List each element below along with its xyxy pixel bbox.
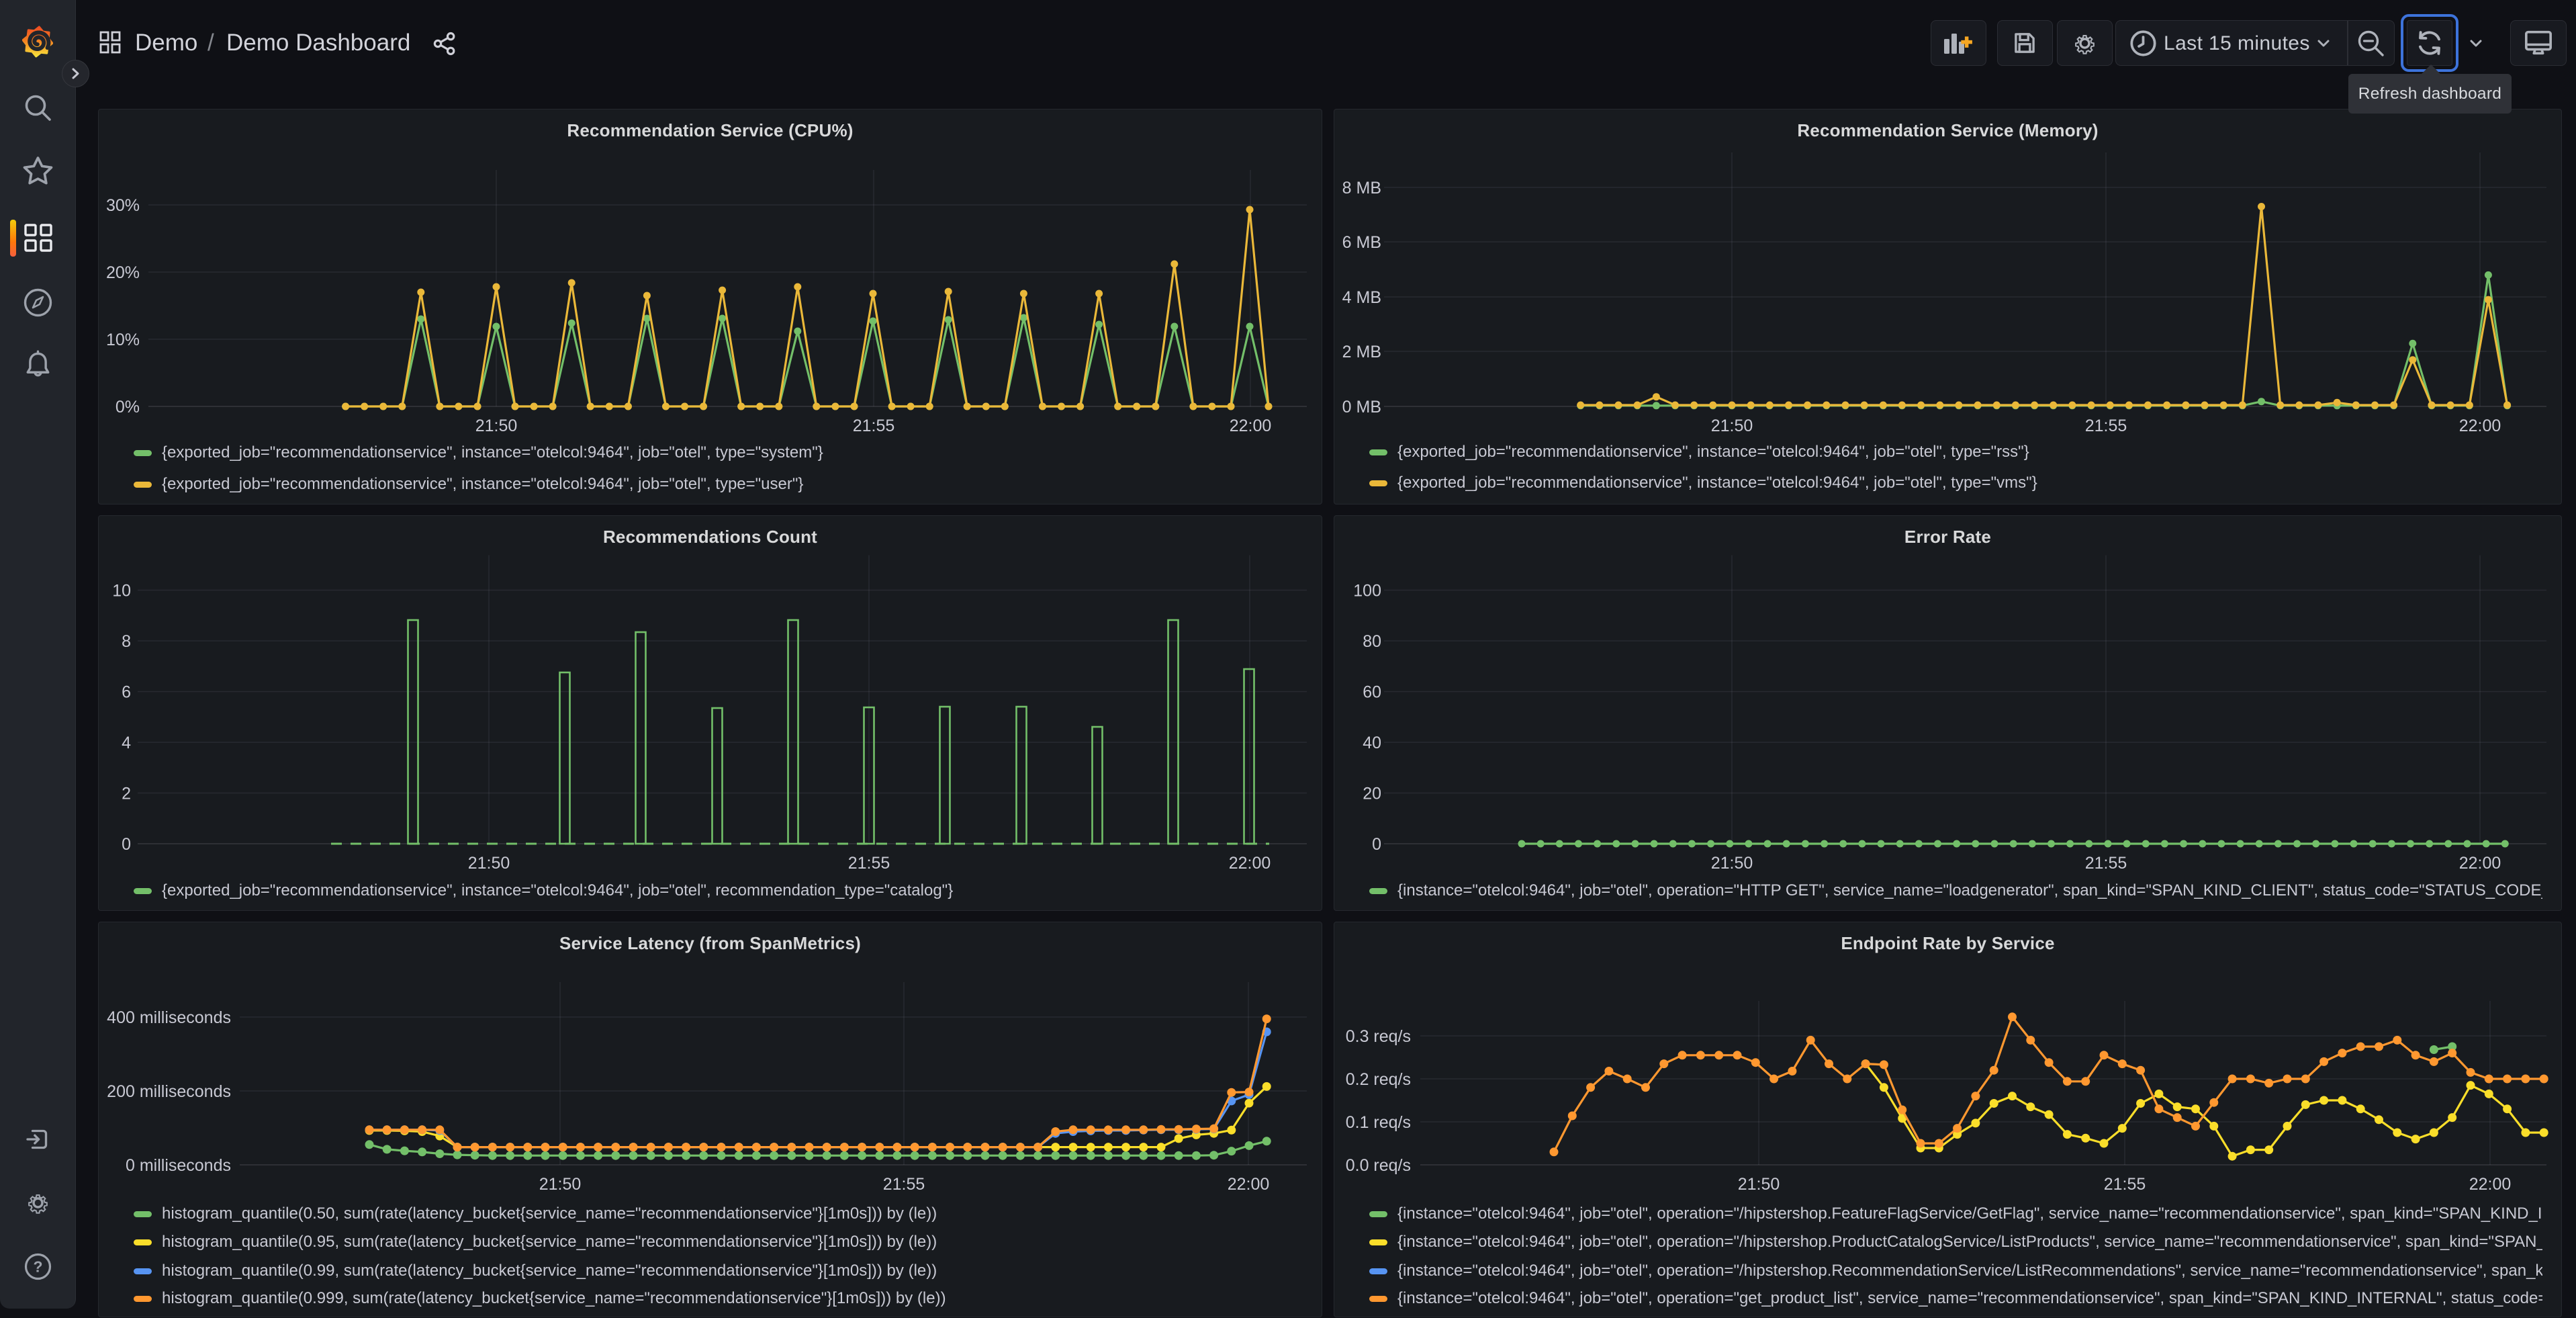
svg-text:2 MB: 2 MB [1342, 343, 1381, 361]
svg-text:6: 6 [122, 683, 131, 702]
svg-text:100: 100 [1353, 582, 1381, 601]
svg-text:0.3 req/s: 0.3 req/s [1346, 1027, 1411, 1046]
svg-text:21:50: 21:50 [1711, 854, 1753, 873]
svg-text:22:00: 22:00 [2469, 1175, 2512, 1194]
svg-text:0 MB: 0 MB [1342, 398, 1381, 416]
svg-text:21:55: 21:55 [848, 854, 890, 873]
svg-text:0%: 0% [116, 398, 140, 416]
svg-text:60: 60 [1363, 683, 1381, 702]
svg-text:2: 2 [122, 785, 131, 803]
svg-text:200 milliseconds: 200 milliseconds [107, 1082, 231, 1101]
svg-text:6 MB: 6 MB [1342, 233, 1381, 252]
svg-text:8: 8 [122, 632, 131, 651]
svg-text:21:55: 21:55 [2104, 1175, 2146, 1194]
svg-text:21:55: 21:55 [2085, 854, 2127, 873]
svg-text:21:55: 21:55 [853, 416, 895, 435]
svg-text:21:50: 21:50 [539, 1175, 582, 1194]
svg-text:21:55: 21:55 [2085, 416, 2127, 435]
svg-text:8 MB: 8 MB [1342, 179, 1381, 197]
svg-text:30%: 30% [106, 196, 140, 215]
svg-text:400 milliseconds: 400 milliseconds [107, 1008, 231, 1027]
svg-text:10%: 10% [106, 331, 140, 349]
svg-text:20: 20 [1363, 785, 1381, 803]
svg-text:?: ? [33, 1258, 42, 1276]
svg-text:0: 0 [122, 835, 131, 854]
svg-text:40: 40 [1363, 734, 1381, 752]
svg-text:20%: 20% [106, 263, 140, 282]
svg-text:4: 4 [122, 734, 131, 752]
svg-text:4 MB: 4 MB [1342, 288, 1381, 307]
svg-text:0.0 req/s: 0.0 req/s [1346, 1156, 1411, 1175]
svg-text:21:50: 21:50 [475, 416, 518, 435]
svg-text:0 milliseconds: 0 milliseconds [126, 1156, 231, 1175]
svg-text:0.2 req/s: 0.2 req/s [1346, 1070, 1411, 1089]
svg-text:21:50: 21:50 [1711, 416, 1753, 435]
svg-text:22:00: 22:00 [2459, 854, 2501, 873]
svg-text:21:50: 21:50 [468, 854, 510, 873]
svg-text:22:00: 22:00 [1230, 416, 1272, 435]
svg-text:22:00: 22:00 [1228, 1175, 1270, 1194]
svg-text:0: 0 [1372, 835, 1381, 854]
svg-text:0.1 req/s: 0.1 req/s [1346, 1113, 1411, 1132]
svg-text:80: 80 [1363, 632, 1381, 651]
svg-text:22:00: 22:00 [1229, 854, 1271, 873]
svg-text:10: 10 [112, 582, 131, 601]
svg-text:21:55: 21:55 [883, 1175, 925, 1194]
svg-text:22:00: 22:00 [2459, 416, 2501, 435]
svg-text:21:50: 21:50 [1738, 1175, 1780, 1194]
